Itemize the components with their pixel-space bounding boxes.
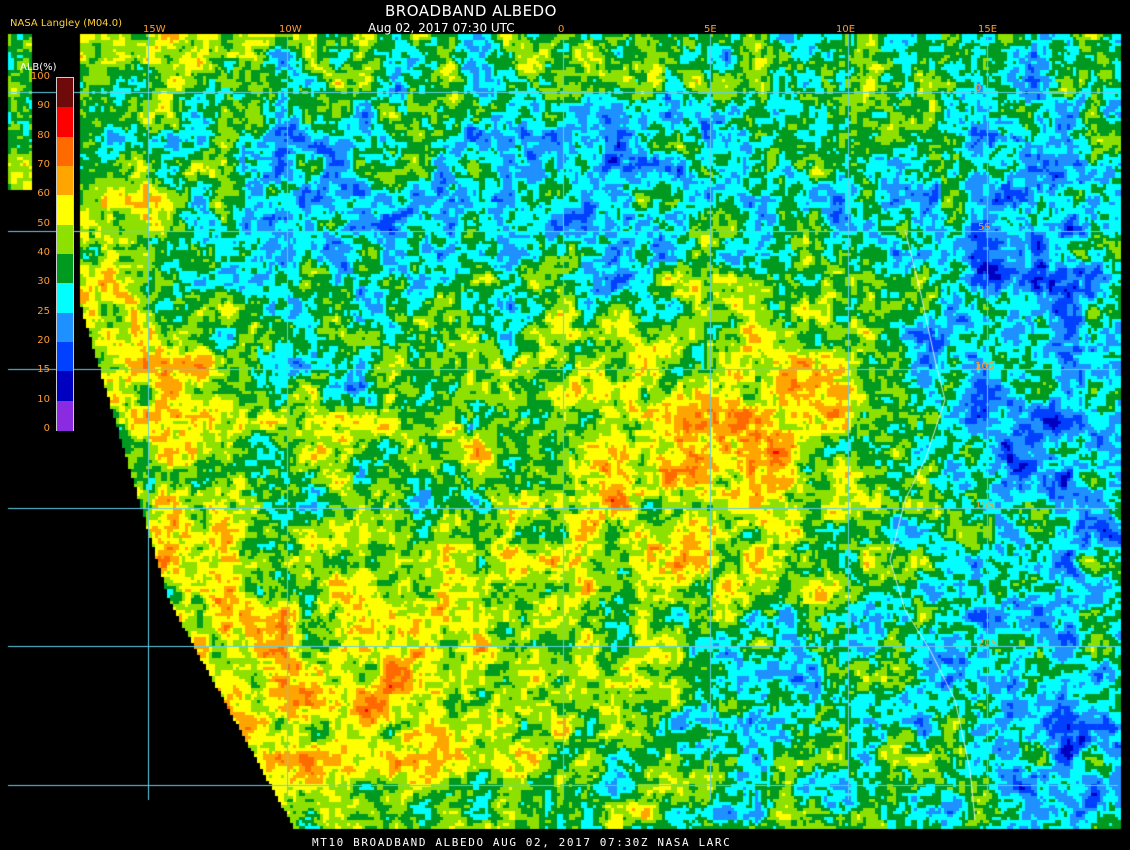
legend-tick-label: 60 bbox=[37, 188, 50, 200]
map-title: BROADBAND ALBEDO bbox=[385, 2, 557, 20]
legend-tick-label: 80 bbox=[37, 129, 50, 141]
legend-swatch bbox=[57, 195, 73, 226]
legend-swatch bbox=[57, 166, 73, 196]
legend-swatch bbox=[57, 400, 73, 431]
legend-tick-label: 15 bbox=[37, 364, 50, 376]
lat-label-10s: 10S bbox=[975, 361, 995, 372]
legend-tick-label: 70 bbox=[37, 159, 50, 170]
legend-swatch bbox=[57, 342, 73, 372]
legend-tick-label: 20 bbox=[37, 335, 50, 346]
credit-label: NASA Langley (M04.0) bbox=[10, 18, 122, 29]
lon-label-0: 0 bbox=[558, 24, 565, 35]
albedo-map bbox=[0, 0, 1130, 850]
lat-label-20s: 20S bbox=[978, 638, 998, 649]
legend-swatch bbox=[57, 283, 73, 314]
lat-label-0: 0 bbox=[975, 83, 982, 94]
legend-swatch bbox=[57, 78, 73, 108]
lon-label-5e: 5E bbox=[704, 24, 717, 35]
legend-swatch bbox=[57, 312, 73, 343]
legend-tick-label: 40 bbox=[37, 247, 50, 258]
legend-tick-label: 100 bbox=[30, 71, 50, 82]
legend-swatch bbox=[57, 224, 73, 255]
legend-swatch bbox=[57, 371, 73, 402]
legend-tick-label: 25 bbox=[37, 305, 50, 317]
legend-swatch bbox=[57, 136, 73, 167]
lon-label-15w: 15W bbox=[143, 24, 166, 35]
legend-tick-label: 90 bbox=[37, 100, 50, 112]
lon-label-10w: 10W bbox=[279, 24, 302, 35]
legend-tick-label: 0 bbox=[43, 423, 50, 434]
lat-label-5s: 5S bbox=[978, 222, 991, 233]
footer-caption: MT10 BROADBAND ALBEDO AUG 02, 2017 07:30… bbox=[312, 836, 732, 849]
legend-tick-label: 10 bbox=[37, 393, 50, 405]
legend-swatch bbox=[57, 107, 73, 138]
lon-label-15e: 15E bbox=[978, 24, 998, 35]
map-timestamp: Aug 02, 2017 07:30 UTC bbox=[368, 21, 515, 35]
legend-swatch bbox=[57, 254, 73, 284]
lat-label-15s: 15S bbox=[975, 500, 995, 511]
legend-tick-label: 30 bbox=[37, 276, 50, 288]
lon-label-10e: 10E bbox=[836, 24, 856, 35]
legend-tick-label: 50 bbox=[37, 217, 50, 229]
legend-color-bar bbox=[56, 77, 74, 431]
